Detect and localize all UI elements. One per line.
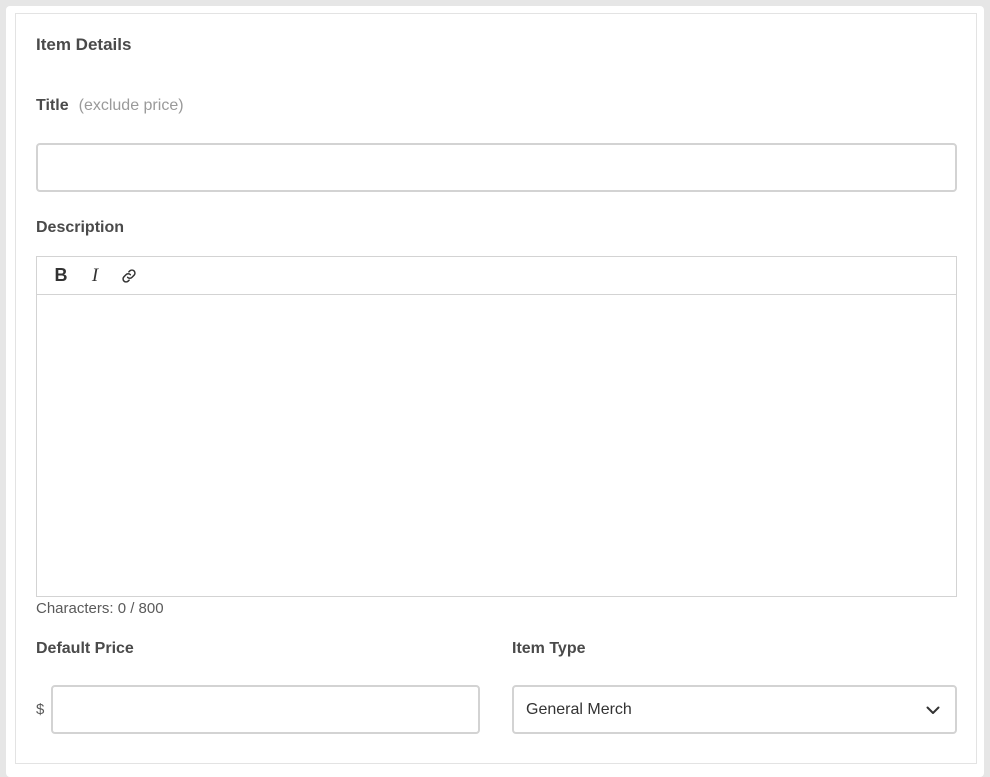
default-price-label: Default Price [36, 640, 134, 657]
item-type-selected-value: General Merch [526, 700, 632, 718]
title-label-text: Title [36, 97, 69, 114]
title-hint: (exclude price) [78, 97, 184, 114]
link-button[interactable] [114, 261, 144, 291]
description-label: Description [36, 219, 125, 236]
bold-button[interactable]: B [46, 261, 76, 291]
item-type-label: Item Type [512, 640, 586, 657]
currency-symbol: $ [36, 701, 45, 718]
title-label: Title (exclude price) [36, 97, 184, 115]
item-type-select[interactable]: General Merch [512, 685, 957, 734]
title-input[interactable] [36, 143, 957, 192]
default-price-input[interactable] [51, 685, 480, 734]
character-count: Characters: 0 / 800 [36, 600, 164, 617]
description-editor: B I [36, 256, 957, 597]
editor-toolbar: B I [37, 257, 956, 295]
description-textarea[interactable] [37, 295, 956, 596]
section-title: Item Details [36, 35, 132, 54]
link-icon [122, 268, 136, 283]
chevron-down-icon [926, 706, 940, 714]
italic-button[interactable]: I [80, 261, 110, 291]
